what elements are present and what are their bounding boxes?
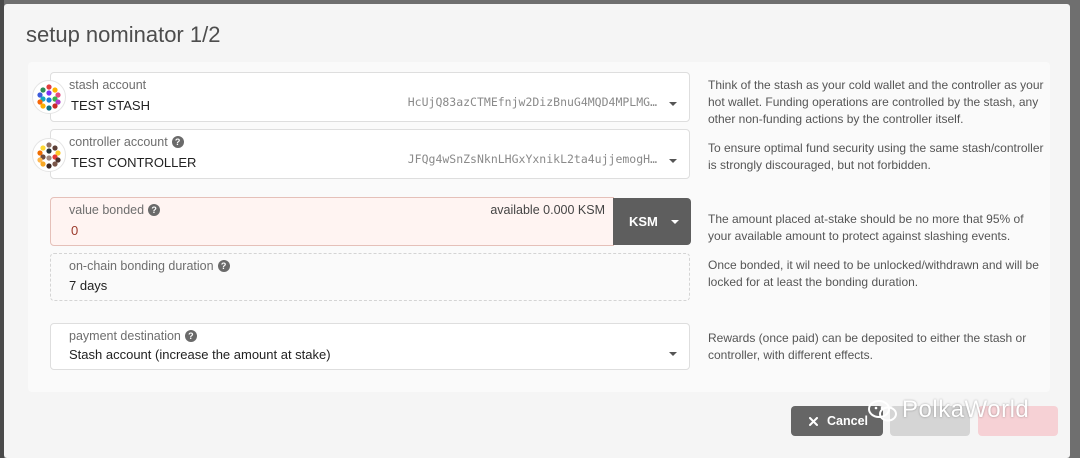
chevron-down-icon bbox=[669, 352, 677, 356]
value-bonded-label: value bonded? bbox=[69, 203, 161, 217]
unit-label: KSM bbox=[629, 214, 658, 229]
controller-account-label-text: controller account bbox=[69, 135, 168, 149]
help-icon[interactable]: ? bbox=[148, 203, 161, 216]
controller-identicon-icon bbox=[32, 138, 66, 172]
chevron-down-icon bbox=[669, 159, 677, 163]
payment-destination-label: payment destination? bbox=[69, 329, 197, 343]
controller-account-address: JFQg4wSnZsNknLHGxYxnikL2ta4ujjemogH… bbox=[407, 152, 657, 166]
stash-account-name: TEST STASH bbox=[71, 98, 150, 113]
help-icon[interactable]: ? bbox=[184, 329, 197, 342]
payment-destination-label-text: payment destination bbox=[69, 329, 181, 343]
help-icon[interactable]: ? bbox=[171, 135, 184, 148]
payment-description: Rewards (once paid) can be deposited to … bbox=[708, 331, 1027, 362]
available-value: 0.000 bbox=[543, 203, 575, 217]
modal-title: setup nominator 1/2 bbox=[26, 22, 221, 47]
watermark: PolkaWorld bbox=[868, 396, 1029, 424]
controller-account-name: TEST CONTROLLER bbox=[71, 155, 197, 170]
stash-account-address: HcUjQ83azCTMEfnjw2DizBnuG4MQD4MPLMG… bbox=[407, 95, 657, 109]
controller-account-select[interactable]: controller account? TEST CONTROLLER JFQg… bbox=[50, 129, 690, 179]
bonding-duration-display: on-chain bonding duration? 7 days bbox=[50, 253, 690, 301]
value-bonded-label-text: value bonded bbox=[69, 203, 145, 217]
stash-account-select[interactable]: stash account TEST STASH HcUjQ83azCTMEfn… bbox=[50, 72, 690, 122]
controller-description: To ensure optimal fund security using th… bbox=[708, 141, 1044, 172]
available-label: available bbox=[490, 203, 540, 217]
help-icon[interactable]: ? bbox=[217, 259, 230, 272]
stash-identicon-icon bbox=[32, 80, 66, 114]
setup-nominator-modal: setup nominator 1/2 stash account TEST S… bbox=[4, 4, 1070, 458]
bonding-duration-label: on-chain bonding duration? bbox=[69, 259, 230, 273]
available-unit: KSM bbox=[577, 203, 605, 217]
bonding-duration-label-text: on-chain bonding duration bbox=[69, 259, 214, 273]
chat-bubble-icon bbox=[868, 399, 897, 422]
payment-destination-value: Stash account (increase the amount at st… bbox=[69, 347, 331, 362]
controller-account-label: controller account? bbox=[69, 135, 184, 149]
modal-content: stash account TEST STASH HcUjQ83azCTMEfn… bbox=[28, 62, 1050, 392]
stash-account-label: stash account bbox=[69, 78, 147, 92]
bonded-description: The amount placed at-stake should be no … bbox=[708, 212, 1024, 243]
close-icon bbox=[809, 417, 818, 426]
payment-destination-select[interactable]: payment destination? Stash account (incr… bbox=[50, 323, 690, 370]
chevron-down-icon bbox=[671, 220, 679, 224]
chevron-down-icon bbox=[669, 102, 677, 106]
unit-select-button[interactable]: KSM bbox=[613, 198, 691, 245]
duration-description: Once bonded, it wil need to be unlocked/… bbox=[708, 258, 1039, 289]
stash-description: Think of the stash as your cold wallet a… bbox=[708, 78, 1044, 126]
cancel-label: Cancel bbox=[827, 414, 868, 428]
available-balance: available 0.000 KSM bbox=[490, 203, 605, 217]
watermark-text: PolkaWorld bbox=[902, 396, 1030, 423]
value-bonded-input[interactable]: value bonded? available 0.000 KSM 0 bbox=[50, 197, 614, 246]
value-bonded-value[interactable]: 0 bbox=[71, 223, 78, 238]
bonding-duration-value: 7 days bbox=[69, 278, 108, 293]
